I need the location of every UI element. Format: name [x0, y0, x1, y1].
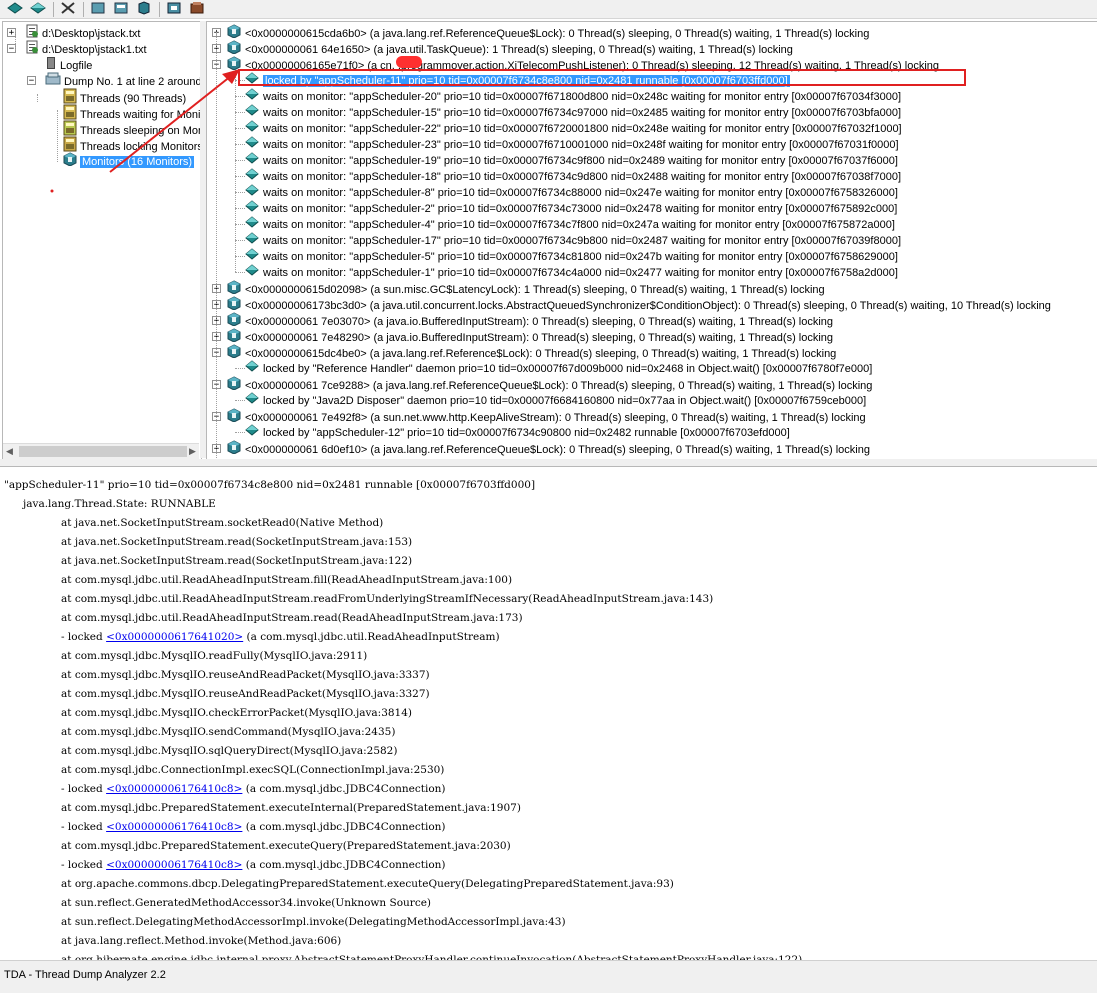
annotation-arrow: [50, 69, 240, 193]
